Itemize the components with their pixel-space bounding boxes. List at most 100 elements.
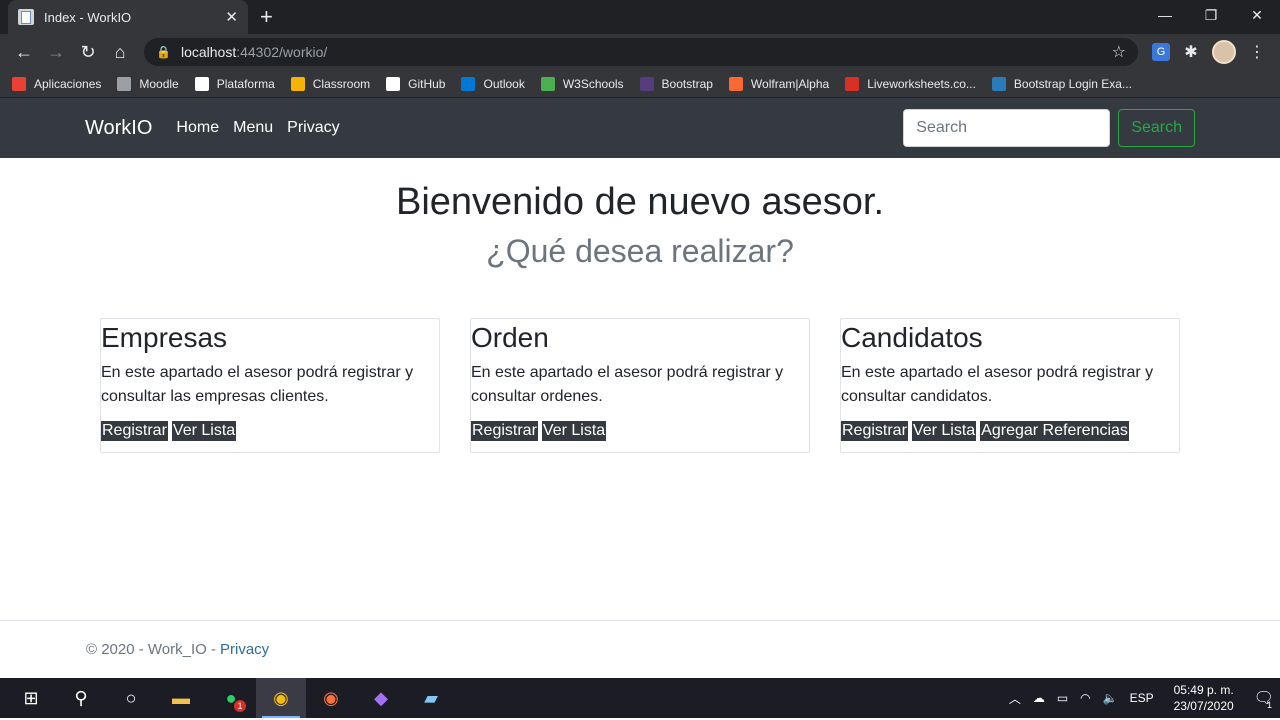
bookmark-item[interactable]: W3Schools — [540, 76, 624, 91]
page-subtitle: ¿Qué desea realizar? — [486, 233, 794, 269]
bookmark-favicon-icon — [461, 76, 476, 91]
address-bar[interactable]: 🔒 localhost:44302/workio/ ☆ — [144, 38, 1138, 66]
main-content: Bienvenido de nuevo asesor. ¿Qué desea r… — [0, 158, 1280, 620]
card-title: Orden — [471, 322, 549, 353]
battery-icon[interactable]: ▭ — [1057, 691, 1068, 705]
bookmark-item[interactable]: Wolfram|Alpha — [728, 76, 830, 91]
bookmark-favicon-icon — [290, 76, 305, 91]
notifications-icon[interactable]: 🗨 1 — [1254, 688, 1274, 710]
orden-ver-lista-button[interactable]: Ver Lista — [541, 421, 607, 441]
bookmark-favicon-icon — [845, 76, 860, 91]
chrome-icon[interactable]: ◉ — [256, 678, 306, 718]
candidatos-registrar-button[interactable]: Registrar — [841, 421, 908, 441]
language-indicator[interactable]: ESP — [1130, 691, 1154, 705]
footer-privacy-link[interactable]: Privacy — [220, 641, 269, 658]
nav-link-menu[interactable]: Menu — [233, 119, 273, 137]
browser-tab-strip: Index - WorkIO ✕ + — ❐ ✕ — [0, 0, 1280, 34]
welcome-heading: Bienvenido de nuevo asesor. ¿Qué desea r… — [0, 158, 1280, 276]
restore-icon[interactable]: ❐ — [1188, 0, 1234, 30]
clock-time: 05:49 p. m. — [1173, 683, 1234, 697]
page-favicon-icon — [18, 9, 34, 25]
profile-avatar[interactable] — [1212, 40, 1236, 64]
close-window-icon[interactable]: ✕ — [1234, 0, 1280, 30]
bookmark-label: Moodle — [139, 76, 179, 91]
site-footer: © 2020 - Work_IO - Privacy — [0, 620, 1280, 678]
minimize-icon[interactable]: — — [1142, 0, 1188, 30]
footer-copyright: © 2020 - Work_IO - — [86, 641, 216, 658]
bookmark-item[interactable]: Aplicaciones — [12, 76, 102, 91]
bookmark-item[interactable]: Bootstrap — [639, 76, 713, 91]
bookmark-label: GitHub — [408, 76, 446, 91]
bookmark-item[interactable]: Bootstrap Login Exa... — [991, 76, 1132, 91]
translate-extension-icon[interactable]: G — [1152, 43, 1170, 61]
bookmark-item[interactable]: Plataforma — [194, 76, 275, 91]
reload-icon[interactable]: ↻ — [72, 36, 104, 68]
show-hidden-icons-icon[interactable]: ︿ — [1009, 690, 1021, 707]
candidatos-ver-lista-button[interactable]: Ver Lista — [911, 421, 977, 441]
notes-app-icon[interactable]: ▰ — [406, 678, 456, 718]
windows-start-icon[interactable]: ⊞ — [6, 678, 56, 718]
whatsapp-icon[interactable]: ● 1 — [206, 678, 256, 718]
orden-registrar-button[interactable]: Registrar — [471, 421, 538, 441]
url-host: localhost — [180, 44, 237, 60]
wifi-icon[interactable]: ◠ — [1080, 691, 1090, 705]
bookmark-label: Classroom — [312, 76, 371, 91]
bookmark-item[interactable]: GitHub — [386, 76, 446, 91]
onedrive-icon[interactable]: ☁ — [1033, 691, 1045, 705]
extensions-puzzle-icon[interactable]: ✱ — [1176, 37, 1206, 67]
card-actions: Registrar Ver Lista Agregar Referencias — [841, 421, 1179, 441]
forward-icon[interactable]: → — [40, 36, 72, 68]
bookmark-item[interactable]: Outlook — [461, 76, 525, 91]
bookmark-favicon-icon — [991, 76, 1006, 91]
bookmark-favicon-icon — [540, 76, 555, 91]
bookmark-item[interactable]: Liveworksheets.co... — [845, 76, 976, 91]
close-tab-icon[interactable]: ✕ — [225, 8, 238, 26]
navbar-brand[interactable]: WorkIO — [85, 117, 152, 140]
windows-taskbar: ⊞ ⚲ ○ ▬ ● 1 ◉ ◉ ◆ ▰ ︿ ☁ ▭ ◠ 🔈 ESP 05:49 p… — [0, 678, 1280, 718]
card-title: Empresas — [101, 322, 228, 353]
firefox-icon[interactable]: ◉ — [306, 678, 356, 718]
bookmark-item[interactable]: Moodle — [117, 76, 179, 91]
bookmark-favicon-icon — [194, 76, 209, 91]
browser-menu-icon[interactable]: ⋮ — [1242, 37, 1272, 67]
bookmark-label: Wolfram|Alpha — [750, 76, 830, 91]
tab-title: Index - WorkIO — [44, 9, 132, 25]
card-text: En este apartado el asesor podrá registr… — [841, 364, 1154, 405]
bookmark-label: Liveworksheets.co... — [867, 76, 976, 91]
back-icon[interactable]: ← — [8, 36, 40, 68]
card-orden: Orden En este apartado el asesor podrá r… — [470, 318, 810, 453]
nav-link-home[interactable]: Home — [176, 119, 219, 137]
candidatos-agregar-referencias-button[interactable]: Agregar Referencias — [980, 421, 1129, 441]
bookmark-star-icon[interactable]: ☆ — [1112, 42, 1126, 62]
page-title: Bienvenido de nuevo asesor. — [395, 181, 885, 223]
cortana-icon[interactable]: ○ — [106, 678, 156, 718]
card-actions: Registrar Ver Lista — [471, 421, 809, 441]
visual-studio-icon[interactable]: ◆ — [356, 678, 406, 718]
card-candidatos: Candidatos En este apartado el asesor po… — [840, 318, 1180, 453]
search-button[interactable]: Search — [1118, 109, 1195, 147]
search-icon[interactable]: ⚲ — [56, 678, 106, 718]
nav-link-privacy[interactable]: Privacy — [287, 119, 339, 137]
search-form: Search — [903, 109, 1195, 147]
bookmark-favicon-icon — [639, 76, 654, 91]
bookmark-item[interactable]: Classroom — [290, 76, 371, 91]
volume-icon[interactable]: 🔈 — [1103, 691, 1118, 705]
home-icon[interactable]: ⌂ — [104, 36, 136, 68]
browser-tab[interactable]: Index - WorkIO ✕ — [8, 0, 248, 34]
card-text: En este apartado el asesor podrá registr… — [101, 364, 414, 405]
bookmark-label: Outlook — [483, 76, 525, 91]
clock-date: 23/07/2020 — [1173, 699, 1234, 713]
empresas-ver-lista-button[interactable]: Ver Lista — [171, 421, 237, 441]
clock[interactable]: 05:49 p. m. 23/07/2020 — [1174, 682, 1234, 714]
card-text: En este apartado el asesor podrá registr… — [471, 364, 784, 405]
option-cards: Empresas En este apartado el asesor podr… — [100, 318, 1180, 453]
bookmark-label: Aplicaciones — [34, 76, 102, 91]
card-actions: Registrar Ver Lista — [101, 421, 439, 441]
lock-icon[interactable]: 🔒 — [156, 45, 171, 59]
whatsapp-badge: 1 — [234, 700, 246, 712]
empresas-registrar-button[interactable]: Registrar — [101, 421, 168, 441]
file-explorer-icon[interactable]: ▬ — [156, 678, 206, 718]
search-input[interactable] — [903, 109, 1111, 147]
bookmark-favicon-icon — [12, 76, 26, 91]
new-tab-icon[interactable]: + — [260, 4, 273, 30]
